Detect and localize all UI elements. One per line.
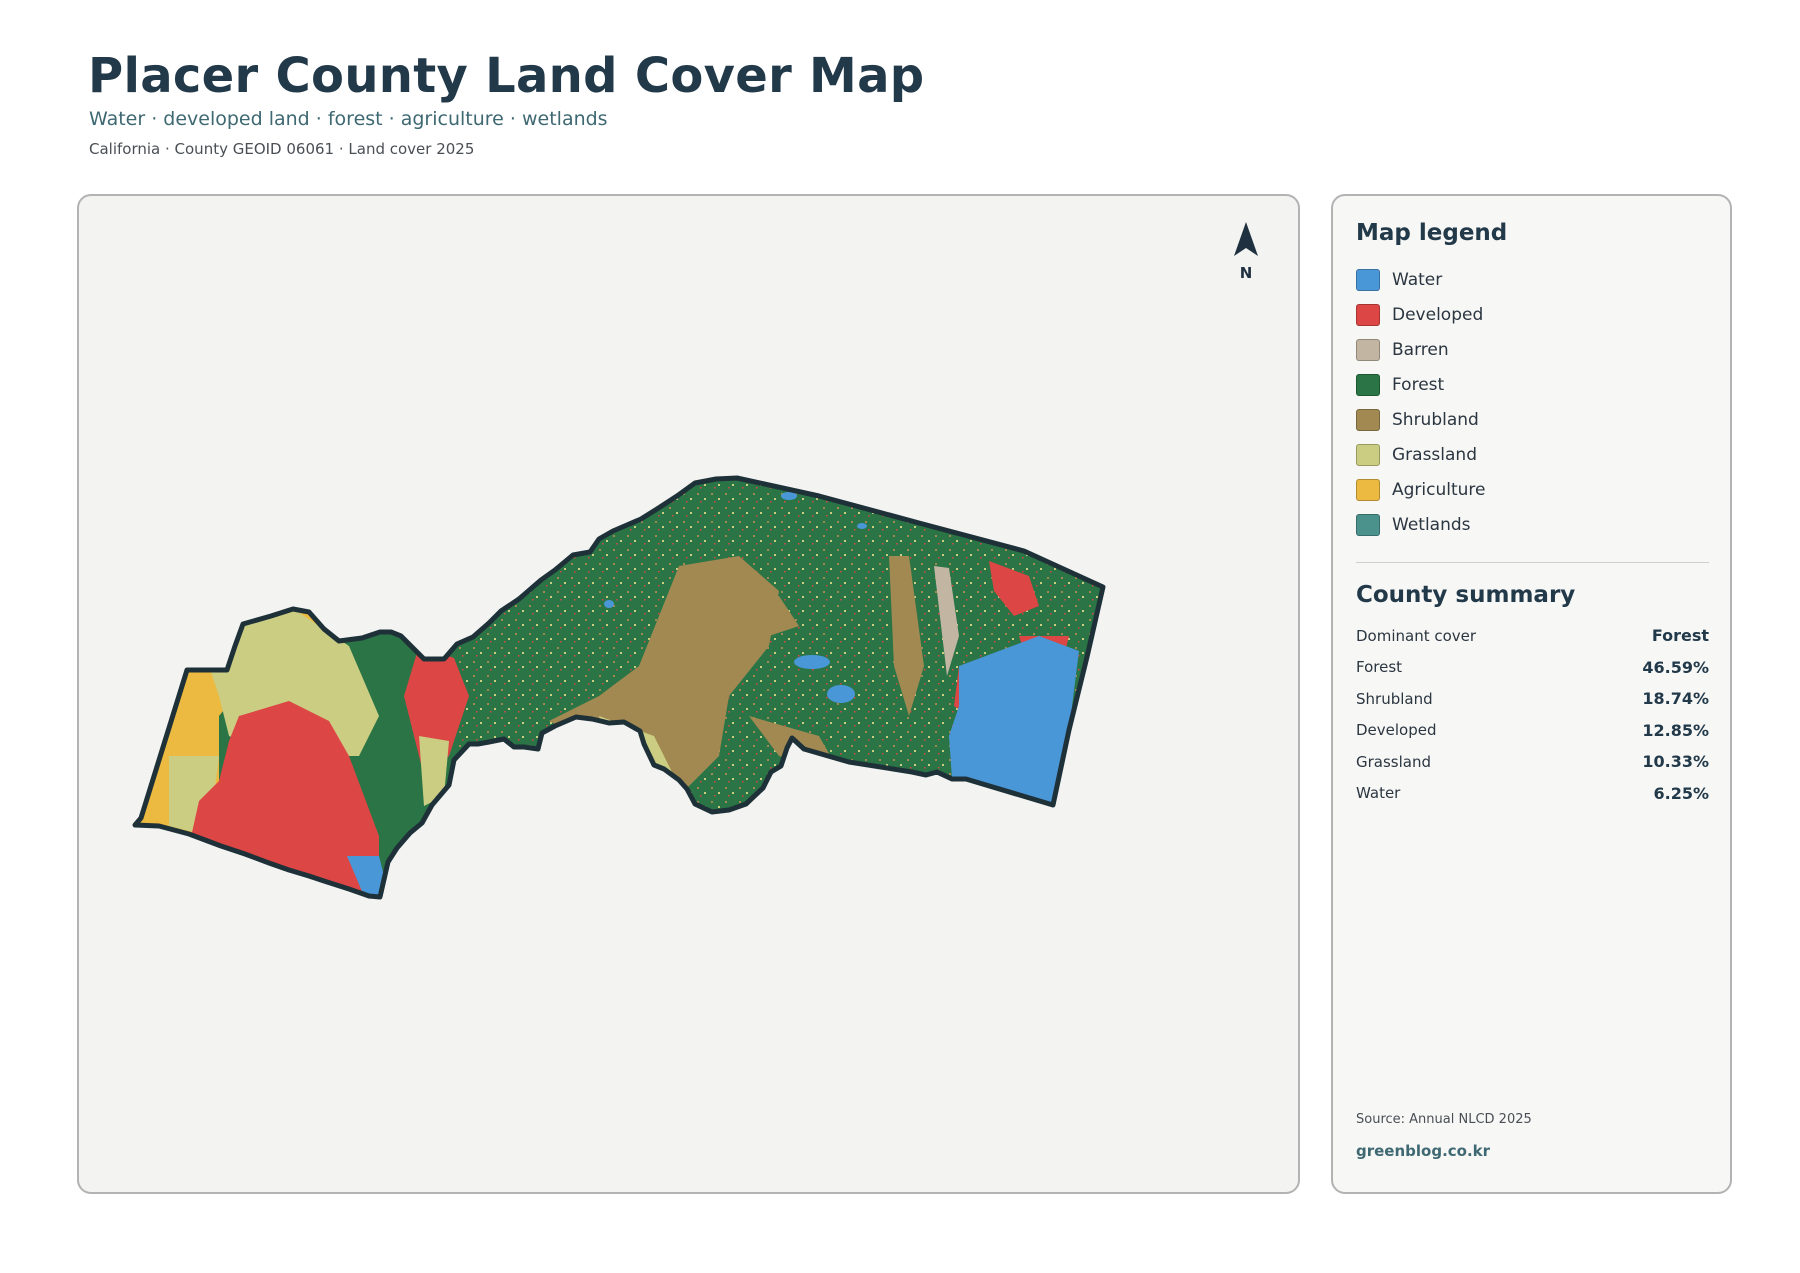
north-arrow: N — [1226, 222, 1266, 282]
land-cover-map[interactable] — [79, 196, 1300, 1194]
summary-value: 18.74% — [1642, 689, 1709, 709]
legend-swatch — [1356, 478, 1380, 501]
legend-item-shrubland[interactable]: Shrubland — [1356, 402, 1486, 437]
legend-item-barren[interactable]: Barren — [1356, 332, 1486, 367]
grassland-area-foothill — [419, 736, 449, 806]
legend-swatch — [1356, 268, 1380, 291]
summary-row-developed: Developed 12.85% — [1356, 715, 1709, 747]
summary-row-water: Water 6.25% — [1356, 778, 1709, 810]
legend-item-wetlands[interactable]: Wetlands — [1356, 507, 1486, 542]
pond — [604, 600, 614, 608]
side-panel: Map legend Water Developed Barren Forest… — [1331, 194, 1732, 1194]
map-title: Placer County Land Cover Map — [88, 48, 925, 104]
legend-swatch — [1356, 373, 1380, 396]
north-arrow-icon — [1234, 222, 1258, 256]
summary-label: Developed — [1356, 721, 1437, 740]
summary-label: Shrubland — [1356, 689, 1433, 708]
summary-label: Dominant cover — [1356, 626, 1477, 645]
summary-row-forest: Forest 46.59% — [1356, 652, 1709, 684]
summary-value: 46.59% — [1642, 657, 1709, 677]
summary-label: Water — [1356, 784, 1401, 803]
summary-title: County summary — [1356, 582, 1576, 608]
legend-label: Developed — [1392, 304, 1484, 325]
panel-divider — [1356, 562, 1709, 563]
map-frame[interactable] — [77, 194, 1300, 1194]
legend-swatch — [1356, 513, 1380, 536]
summary-label: Forest — [1356, 658, 1403, 677]
reservoir — [827, 685, 855, 703]
legend-label: Agriculture — [1392, 479, 1486, 500]
north-label: N — [1239, 264, 1253, 282]
summary-value: 10.33% — [1642, 752, 1709, 772]
summary-row-dominant: Dominant cover Forest — [1356, 620, 1709, 652]
legend-swatch — [1356, 408, 1380, 431]
summary-value: Forest — [1651, 626, 1709, 646]
summary-row-grassland: Grassland 10.33% — [1356, 746, 1709, 778]
legend-item-agriculture[interactable]: Agriculture — [1356, 472, 1486, 507]
legend-list: Water Developed Barren Forest Shrubland … — [1356, 262, 1486, 542]
county-summary: Dominant cover Forest Forest 46.59% Shru… — [1356, 620, 1709, 809]
legend-item-forest[interactable]: Forest — [1356, 367, 1486, 402]
legend-swatch — [1356, 303, 1380, 326]
legend-item-developed[interactable]: Developed — [1356, 297, 1486, 332]
legend-label: Shrubland — [1392, 409, 1479, 430]
summary-value: 6.25% — [1653, 783, 1709, 803]
map-metadata: California · County GEOID 06061 · Land c… — [89, 140, 475, 158]
summary-value: 12.85% — [1642, 720, 1709, 740]
legend-label: Wetlands — [1392, 514, 1471, 535]
legend-swatch — [1356, 338, 1380, 361]
legend-label: Grassland — [1392, 444, 1477, 465]
legend-label: Forest — [1392, 374, 1445, 395]
pond — [857, 523, 867, 529]
summary-label: Grassland — [1356, 752, 1431, 771]
legend-label: Barren — [1392, 339, 1449, 360]
legend-item-grassland[interactable]: Grassland — [1356, 437, 1486, 472]
summary-row-shrubland: Shrubland 18.74% — [1356, 683, 1709, 715]
legend-swatch — [1356, 443, 1380, 466]
site-link[interactable]: greenblog.co.kr — [1356, 1142, 1490, 1160]
legend-item-water[interactable]: Water — [1356, 262, 1486, 297]
legend-label: Water — [1392, 269, 1443, 290]
data-source: Source: Annual NLCD 2025 — [1356, 1112, 1532, 1127]
reservoir — [794, 655, 830, 669]
legend-title: Map legend — [1356, 220, 1508, 246]
map-subtitle: Water · developed land · forest · agricu… — [89, 108, 608, 130]
